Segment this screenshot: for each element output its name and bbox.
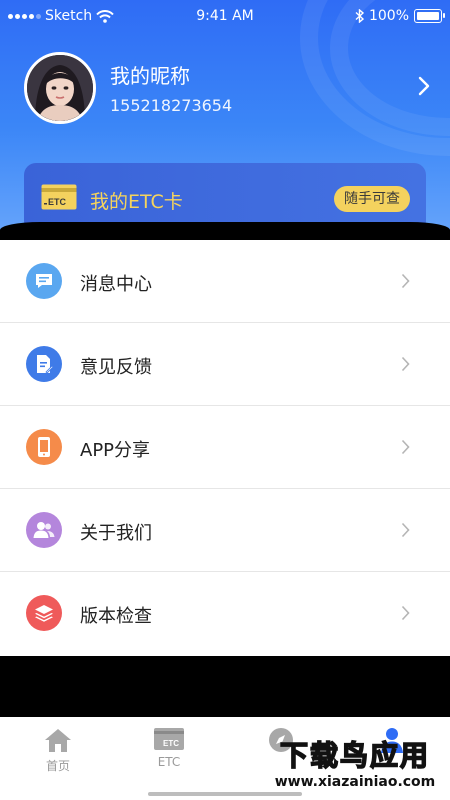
menu-list: 消息中心 意见反馈 APP分享 关于我们 版本检查	[0, 240, 450, 656]
menu-item-label: 关于我们	[80, 523, 152, 544]
etc-card-icon-text: ETC	[48, 197, 67, 207]
battery-percent: 100%	[368, 8, 409, 24]
battery-icon	[414, 9, 445, 23]
avatar-image	[27, 55, 93, 121]
chevron-right-icon	[401, 439, 410, 455]
chevron-right-icon	[401, 522, 410, 538]
status-bar: Sketch 9:41 AM 100%	[0, 0, 450, 32]
tab-home[interactable]: 首页	[13, 727, 103, 774]
profile-header: Sketch 9:41 AM 100% 我的昵称 155218273654 ET…	[0, 0, 450, 233]
menu-item-label: APP分享	[80, 440, 151, 461]
watermark: 下载鸟应用 www.xiazainiao.com	[266, 734, 444, 796]
etc-card-icon: ETC	[154, 728, 184, 750]
chevron-right-icon[interactable]	[418, 76, 430, 96]
watermark-url: www.xiazainiao.com	[266, 774, 444, 790]
watermark-text: 下载鸟应用	[279, 738, 430, 773]
layers-icon	[26, 595, 62, 631]
menu-item-version-check[interactable]: 版本检查	[0, 572, 450, 656]
menu-item-about-us[interactable]: 关于我们	[0, 489, 450, 572]
chevron-right-icon	[401, 273, 410, 289]
home-icon	[45, 729, 71, 752]
tab-etc-icon-text: ETC	[163, 739, 179, 748]
avatar[interactable]	[24, 52, 96, 124]
etc-card-label: 我的ETC卡	[90, 191, 183, 213]
message-icon	[26, 263, 62, 299]
menu-item-label: 意见反馈	[80, 357, 152, 378]
profile-nickname[interactable]: 我的昵称	[110, 60, 190, 89]
etc-card-badge[interactable]: 随手可查	[334, 186, 410, 212]
profile-phone: 155218273654	[110, 96, 233, 115]
etc-card-icon: ETC	[41, 184, 77, 210]
menu-item-label: 消息中心	[80, 274, 152, 295]
bluetooth-icon	[355, 9, 364, 23]
feedback-document-icon	[26, 346, 62, 382]
menu-item-label: 版本检查	[80, 606, 152, 627]
phone-screen: Sketch 9:41 AM 100% 我的昵称 155218273654 ET…	[0, 0, 450, 800]
tab-etc[interactable]: ETC ETC	[124, 727, 214, 769]
users-icon	[26, 512, 62, 548]
menu-item-message-center[interactable]: 消息中心	[0, 240, 450, 323]
menu-item-feedback[interactable]: 意见反馈	[0, 323, 450, 406]
tab-label: ETC	[157, 755, 181, 769]
chevron-right-icon	[401, 356, 410, 372]
tab-label: 首页	[45, 759, 70, 773]
chevron-right-icon	[401, 605, 410, 621]
section-divider	[0, 222, 450, 242]
phone-share-icon	[26, 429, 62, 465]
menu-item-app-share[interactable]: APP分享	[0, 406, 450, 489]
